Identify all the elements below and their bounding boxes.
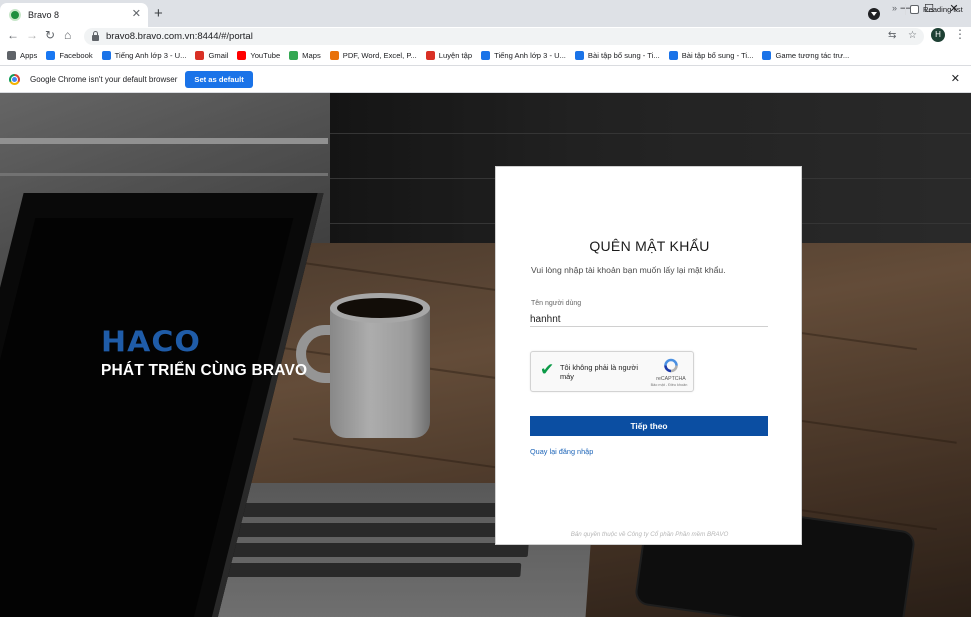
bookmark-label: Bài tập bổ sung - Ti... — [587, 51, 660, 60]
bookmark-item[interactable]: Bài tập bổ sung - Ti... — [574, 51, 660, 60]
default-browser-infobar: Google Chrome isn't your default browser… — [0, 65, 971, 93]
reading-list-label: Reading list — [923, 5, 963, 14]
bookmarks-bar: Apps Facebook Tiếng Anh lớp 3 - U... Gmail Y… — [0, 46, 971, 65]
back-to-login-link[interactable]: Quay lại đăng nhập — [530, 447, 593, 456]
bookmark-star-icon[interactable]: ☆ — [908, 30, 917, 41]
captcha-label: Tôi không phải là người máy — [560, 363, 638, 381]
bookmark-label: Game tương tác trư... — [775, 51, 850, 60]
tab-title: Bravo 8 — [28, 10, 60, 20]
tab-close-icon[interactable]: ✕ — [132, 7, 141, 20]
bookmark-label: Maps — [302, 51, 321, 60]
bookmark-item[interactable]: Game tương tác trư... — [762, 51, 849, 60]
username-input[interactable] — [530, 312, 768, 327]
browser-toolbar: ← → ↻ ⌂ bravo8.bravo.com.vn:8444/#/porta… — [0, 27, 971, 46]
browser-tab[interactable]: Bravo 8 ✕ — [0, 3, 148, 27]
haco-logo: HACO — [101, 325, 201, 360]
bookmark-favicon-icon — [762, 51, 772, 60]
reload-icon[interactable]: ↻ — [45, 27, 55, 44]
tab-strip: Bravo 8 ✕ + — ☐ ✕ — [0, 0, 971, 27]
set-as-default-button[interactable]: Set as default — [185, 70, 253, 88]
bookmark-label: Bài tập bổ sung - Ti... — [681, 51, 754, 60]
forgot-password-card: QUÊN MẬT KHẨU Vui lòng nhập tài khoản bạ… — [495, 166, 802, 545]
bookmark-item[interactable]: Facebook — [46, 51, 93, 60]
form-instructions: Vui lòng nhập tài khoản bạn muốn lấy lại… — [531, 265, 726, 275]
brand-block: HACO PHÁT TRIỂN CÙNG BRAVO — [101, 325, 308, 380]
bookmark-favicon-icon — [289, 51, 299, 60]
bookmark-favicon-icon — [237, 51, 247, 60]
bookmark-item[interactable]: PDF, Word, Excel, P... — [329, 51, 417, 60]
new-tab-icon[interactable]: + — [154, 5, 163, 22]
bookmarks-overflow-icon[interactable]: » — [892, 3, 897, 13]
browser-menu-icon[interactable]: ⋮ — [954, 27, 966, 41]
bookmark-favicon-icon — [7, 51, 16, 60]
bookmark-item[interactable]: Bài tập bổ sung - Ti... — [668, 51, 754, 60]
infobar-message: Google Chrome isn't your default browser — [30, 74, 178, 84]
bookmark-label: PDF, Word, Excel, P... — [342, 51, 417, 60]
page-title: QUÊN MẬT KHẨU — [589, 238, 710, 254]
bookmark-item[interactable]: Maps — [289, 51, 321, 60]
bookmark-favicon-icon — [668, 51, 678, 60]
profile-avatar[interactable]: H — [931, 28, 945, 42]
back-arrow-icon[interactable]: ← — [7, 27, 19, 44]
bookmarks-divider — [905, 4, 906, 15]
bookmark-item[interactable]: Apps — [7, 51, 37, 60]
url-text: bravo8.bravo.com.vn:8444/#/portal — [106, 31, 253, 42]
portal-page: HACO PHÁT TRIỂN CÙNG BRAVO QUÊN MẬT KHẨU… — [0, 93, 971, 617]
captcha-checkmark-icon[interactable]: ✔ — [540, 361, 554, 378]
bookmark-label: Gmail — [208, 51, 229, 60]
home-icon[interactable]: ⌂ — [64, 27, 71, 44]
bookmark-label: YouTube — [250, 51, 281, 60]
next-button[interactable]: Tiếp theo — [530, 416, 768, 436]
bookmark-label: Luyện tập — [438, 51, 473, 60]
username-label: Tên người dùng — [531, 300, 582, 307]
bookmark-item[interactable]: Tiếng Anh lớp 3 - U... — [481, 51, 566, 60]
bookmark-item[interactable]: Tiếng Anh lớp 3 - U... — [101, 51, 187, 60]
bookmark-label: Apps — [20, 51, 38, 60]
recaptcha-logo-icon — [664, 358, 678, 373]
recaptcha-widget[interactable]: ✔ Tôi không phải là người máy reCAPTCHA … — [530, 351, 694, 392]
recaptcha-brand: reCAPTCHA — [656, 376, 686, 382]
brand-slogan: PHÁT TRIỂN CÙNG BRAVO — [101, 362, 308, 379]
chrome-logo-icon — [9, 73, 20, 85]
bookmark-item[interactable]: Luyện tập — [425, 51, 473, 60]
bookmark-item[interactable]: YouTube — [237, 51, 280, 60]
infobar-close-icon[interactable]: ✕ — [951, 72, 960, 85]
translate-icon[interactable]: ⇆ — [888, 30, 896, 41]
lock-icon[interactable] — [92, 31, 99, 41]
bookmark-label: Tiếng Anh lớp 3 - U... — [494, 51, 566, 60]
tab-search-icon[interactable] — [868, 8, 880, 20]
bookmark-label: Tiếng Anh lớp 3 - U... — [114, 51, 187, 60]
forward-arrow-icon[interactable]: → — [26, 27, 38, 44]
copyright-text: Bản quyền thuộc về Công ty Cổ phần Phần … — [570, 531, 729, 538]
bookmark-favicon-icon — [101, 51, 111, 60]
bookmark-favicon-icon — [46, 51, 56, 60]
bravo-favicon-icon — [9, 9, 21, 21]
reading-list-icon — [910, 5, 919, 14]
bookmark-favicon-icon — [574, 51, 584, 60]
bookmark-label: Facebook — [59, 51, 93, 60]
bookmark-favicon-icon — [329, 51, 339, 60]
recaptcha-terms-link[interactable]: Bảo mật - Điều khoản — [643, 383, 695, 387]
bookmark-favicon-icon — [195, 51, 205, 60]
bookmark-favicon-icon — [425, 51, 435, 60]
reading-list-button[interactable]: Reading list — [910, 5, 963, 14]
bookmark-item[interactable]: Gmail — [195, 51, 228, 60]
bookmark-favicon-icon — [481, 51, 491, 60]
address-bar[interactable]: bravo8.bravo.com.vn:8444/#/portal ⇆ ☆ — [84, 28, 924, 45]
